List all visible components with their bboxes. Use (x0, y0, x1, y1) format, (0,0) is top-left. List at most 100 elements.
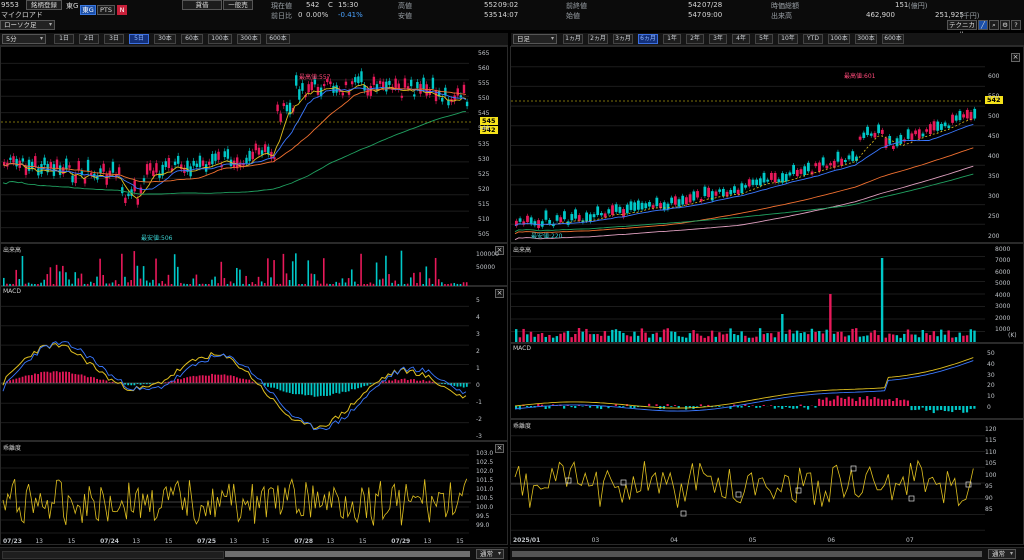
left-deviation-pane[interactable]: 乖離度 × 103.0 102.5 102.0 101.5 101.0 100.5 100.… (0, 441, 508, 545)
right-volume-bar (795, 330, 799, 342)
right-range-1[interactable]: 2ヵ月 (588, 34, 608, 44)
right-volume-bar (880, 258, 884, 342)
right-candle (847, 155, 851, 160)
right-volume-bar (707, 336, 710, 342)
left-macd-pane[interactable]: MACD × 5 4 3 2 1 0 -1 -2 -3 (0, 286, 508, 441)
help-icon[interactable]: ? (1011, 20, 1021, 30)
right-range-6[interactable]: 3年 (709, 34, 727, 44)
right-volume-pane[interactable]: 出来高 (K) 8000 7000 6000 5000 4000 3000 2000 1000 (510, 243, 1024, 343)
general-sell-button[interactable]: 一般売 (223, 0, 253, 10)
left-macd-close-icon[interactable]: × (495, 289, 504, 298)
right-range-13[interactable]: 600本 (882, 34, 904, 44)
right-macd-pane[interactable]: MACD 50 40 30 20 10 0 (510, 343, 1024, 419)
right-volume-bar (585, 328, 588, 342)
technical-button[interactable]: テクニカル (947, 20, 977, 38)
search-button[interactable]: 銘柄登録 (26, 0, 62, 10)
settings-icon[interactable]: ⚙ (1000, 20, 1010, 30)
left-macd-hist (232, 376, 235, 383)
left-range-6[interactable]: 100本 (208, 34, 232, 44)
right-range-7[interactable]: 4年 (732, 34, 750, 44)
prev-close-label: 前終値 (566, 2, 587, 10)
right-macd-hist (600, 406, 603, 410)
left-macd-hist (428, 380, 431, 383)
left-macd-hist (52, 371, 55, 383)
right-range-2[interactable]: 3ヵ月 (613, 34, 633, 44)
left-footer-select[interactable]: 通常 (476, 549, 504, 559)
right-scroll-thumb[interactable] (512, 551, 982, 557)
right-range-12[interactable]: 300本 (855, 34, 877, 44)
left-macd-hist (465, 383, 468, 387)
right-candle (600, 213, 603, 216)
low-time: 14:07 (498, 11, 519, 19)
right-volume-tick: 1000 (995, 326, 1011, 333)
right-range-5[interactable]: 2年 (686, 34, 704, 44)
right-macd-tick: 10 (987, 393, 995, 401)
volume-label: 出来高 (771, 12, 792, 20)
news-icon[interactable]: N (117, 5, 127, 15)
left-interval-select[interactable]: 5分 (2, 34, 46, 44)
left-deviation-close-icon[interactable]: × (495, 444, 504, 453)
right-range-9[interactable]: 10年 (778, 34, 798, 44)
right-macd-hist (747, 406, 751, 408)
left-range-7[interactable]: 300本 (237, 34, 261, 44)
right-price-close-icon[interactable]: × (1011, 53, 1020, 62)
right-volume-bar (843, 336, 847, 342)
right-range-11[interactable]: 100本 (828, 34, 850, 44)
market-tse-button[interactable]: 東G (80, 5, 96, 15)
left-price-pane[interactable]: 最高値:557 最安値:506 545 542 565 560 555 550 545 5… (0, 46, 508, 243)
right-macd-hist (629, 406, 632, 408)
left-candle (34, 156, 37, 167)
change-value: 0 (298, 11, 303, 19)
left-range-0[interactable]: 1日 (54, 34, 74, 44)
right-interval-select[interactable]: 日足 (513, 34, 557, 44)
right-macd-hist (903, 399, 906, 406)
right-volume-bar (910, 334, 913, 342)
left-scroll-track[interactable] (2, 551, 224, 559)
left-max-label: 最高値:557 (299, 74, 331, 81)
left-macd-hist (267, 383, 269, 387)
right-range-3[interactable]: 6ヵ月 (638, 34, 658, 44)
right-candle (670, 197, 674, 204)
right-candle (648, 202, 651, 207)
right-range-8[interactable]: 5年 (755, 34, 773, 44)
left-volume-pane[interactable]: 出来高 × 100000 50000 (0, 243, 508, 286)
right-volume-tick: 4000 (995, 291, 1011, 299)
left-macd-hist (68, 371, 71, 383)
volume-value: 462,900 (866, 11, 895, 19)
left-range-2[interactable]: 3日 (104, 34, 124, 44)
chart-type-select[interactable]: ローソク足 (0, 20, 55, 30)
pts-button[interactable]: PTS (97, 5, 115, 15)
left-volume-bar (139, 278, 142, 286)
right-candle (721, 188, 725, 197)
lending-button[interactable]: 貸借 (182, 0, 222, 10)
right-price-pane[interactable]: 最高値:601 最安値:220 542 × 600 550 500 450 400 350… (510, 46, 1024, 243)
left-macd-hist (354, 383, 356, 390)
left-volume-bar (49, 267, 52, 286)
right-volume-bar (832, 333, 836, 342)
left-candle (136, 198, 139, 205)
left-macd-hist (130, 383, 133, 386)
right-price-tick: 250 (988, 213, 1000, 220)
left-range-4[interactable]: 30本 (154, 34, 176, 44)
right-footer-select[interactable]: 通常 (988, 549, 1016, 559)
right-candle (936, 121, 940, 131)
right-macd-hist (866, 396, 869, 406)
left-volume-bar (428, 278, 431, 286)
zoom-icon[interactable]: ⌕ (989, 20, 999, 30)
draw-line-icon[interactable]: ╱ (978, 20, 988, 30)
right-range-10[interactable]: YTD (803, 34, 823, 44)
right-deviation-pane[interactable]: 乖離度 120 115 110 105 100 95 90 85 2025/01 03 04 05 0… (510, 419, 1024, 545)
left-range-1[interactable]: 2日 (79, 34, 99, 44)
right-candle (866, 126, 869, 136)
left-macd-hist (208, 375, 210, 383)
left-range-5[interactable]: 60本 (181, 34, 203, 44)
left-scroll-thumb[interactable] (225, 551, 470, 557)
right-volume-bar (574, 333, 577, 342)
right-macd-hist (958, 406, 961, 410)
right-range-0[interactable]: 1ヵ月 (563, 34, 583, 44)
right-volume-bar (799, 333, 802, 342)
left-deviation-tick: 100.5 (476, 495, 494, 502)
right-range-4[interactable]: 1年 (663, 34, 681, 44)
left-range-8[interactable]: 600本 (266, 34, 290, 44)
left-range-3[interactable]: 5日 (129, 34, 149, 44)
